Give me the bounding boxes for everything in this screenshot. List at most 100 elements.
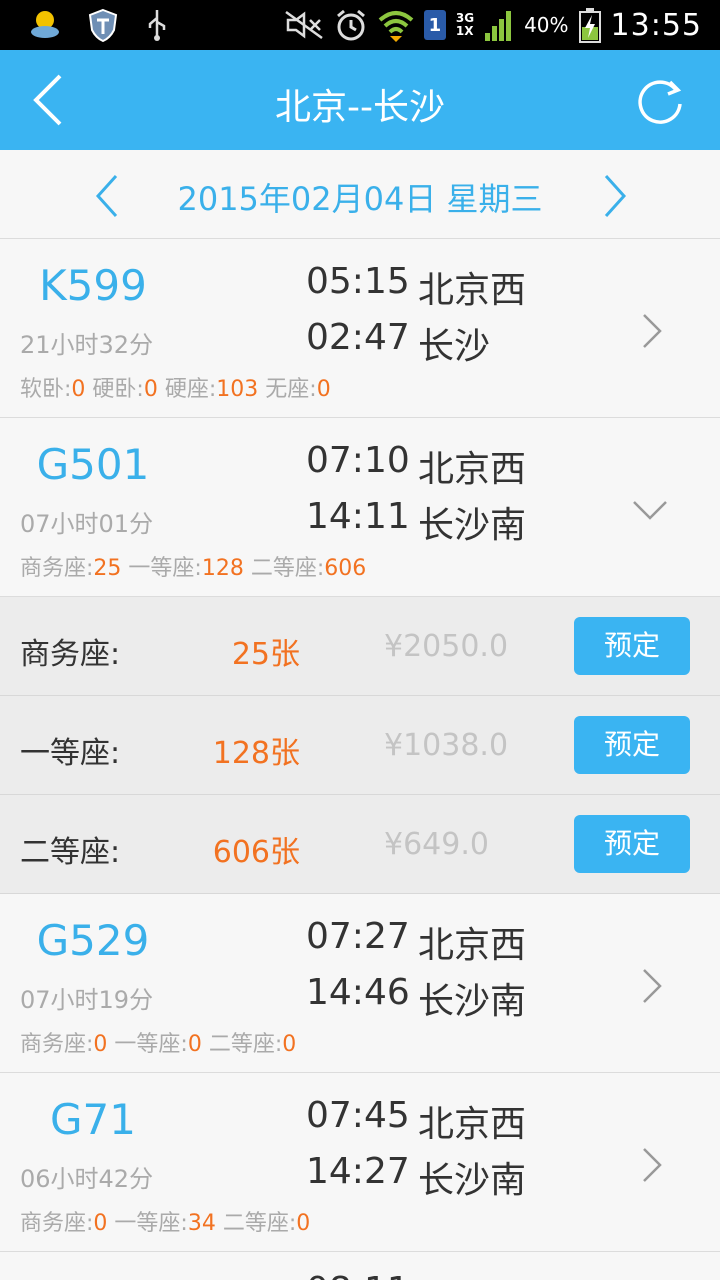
seat-availability: 商务座:0 一等座:0 二等座:0	[20, 1026, 296, 1058]
depart-time: 05:15	[306, 261, 410, 302]
train-row[interactable]: K599 21小时32分 05:15 北京西 02:47 长沙 软卧:0 硬卧:…	[0, 239, 720, 418]
seat-label: 商务座:	[20, 1211, 94, 1236]
seat-count: 0	[93, 1032, 108, 1057]
depart-time: 07:10	[306, 440, 410, 481]
seat-label: 一等座:	[114, 1211, 188, 1236]
train-duration: 07小时01分	[20, 510, 154, 538]
book-button[interactable]: 预定	[574, 716, 690, 774]
train-row[interactable]: G529 07小时19分 07:27 北京西 14:46 长沙南 商务座:0 一…	[0, 894, 720, 1073]
depart-station: 北京西	[418, 925, 527, 966]
depart-station: 北京西	[418, 1270, 526, 1280]
depart-time: 08:11	[306, 1270, 410, 1280]
seat-class-row: 商务座: 25张 ¥2050.0 预定	[0, 597, 720, 696]
arrive-time: 14:27	[306, 1151, 410, 1192]
seat-count: 0	[93, 1211, 108, 1236]
seat-count: 128	[201, 556, 244, 581]
arrive-station: 长沙南	[418, 1160, 527, 1201]
seat-availability: 商务座:0 一等座:34 二等座:0	[20, 1205, 310, 1237]
train-code: G529	[36, 916, 150, 965]
train-row-partial[interactable]: 08:11 北京西	[0, 1252, 720, 1280]
battery-charging-icon	[578, 8, 601, 43]
seat-label: 一等座:	[128, 556, 202, 581]
arrive-station: 长沙南	[418, 981, 527, 1022]
arrive-time: 14:11	[306, 496, 410, 537]
seat-count: 0	[143, 377, 158, 402]
depart-station: 北京西	[418, 449, 527, 490]
seat-label: 软卧:	[20, 377, 72, 402]
seat-label: 二等座:	[250, 556, 325, 581]
depart-station: 北京西	[418, 1104, 527, 1145]
seat-class-name: 二等座:	[20, 835, 121, 870]
network-type-bottom: 1X	[455, 24, 474, 38]
train-code: G501	[36, 440, 150, 489]
app-header: 北京--长沙	[0, 50, 720, 150]
date-navigator: 2015年02月04日 星期三	[0, 150, 720, 239]
seat-class-price: ¥2050.0	[384, 629, 509, 664]
network-type: 3G 1X	[456, 12, 474, 38]
seat-class-name: 商务座:	[20, 637, 121, 672]
page-title: 北京--长沙	[275, 87, 445, 128]
seat-count: 0	[296, 1211, 311, 1236]
status-time: 13:55	[610, 7, 702, 43]
seat-label: 硬座:	[164, 377, 217, 402]
signal-icon	[485, 11, 512, 41]
train-duration: 21小时32分	[20, 331, 154, 359]
mute-icon	[285, 10, 323, 40]
arrive-station: 长沙	[418, 326, 491, 367]
seat-label: 一等座:	[114, 1032, 188, 1057]
next-day-icon[interactable]	[602, 174, 628, 218]
wifi-icon	[378, 11, 414, 42]
train-row-expanded[interactable]: G501 07小时01分 07:10 北京西 14:11 长沙南 商务座:25 …	[0, 418, 720, 597]
seat-label: 商务座:	[20, 556, 94, 581]
shield-icon	[88, 8, 118, 42]
seat-label: 二等座:	[222, 1211, 297, 1236]
seat-count: 34	[187, 1211, 216, 1236]
seat-label: 二等座:	[208, 1032, 283, 1057]
seat-availability: 软卧:0 硬卧:0 硬座:103 无座:0	[20, 371, 331, 403]
book-button[interactable]: 预定	[574, 815, 690, 873]
chevron-down-icon	[633, 501, 667, 520]
seat-availability: 商务座:25 一等座:128 二等座:606	[20, 550, 366, 582]
chevron-right-icon	[643, 1148, 662, 1182]
seat-count: 0	[71, 377, 86, 402]
seat-count: 0	[282, 1032, 297, 1057]
arrive-station: 长沙南	[418, 505, 527, 546]
seat-label: 商务座:	[20, 1032, 94, 1057]
seat-class-name: 一等座:	[20, 736, 121, 771]
seat-class-price: ¥1038.0	[384, 728, 509, 763]
train-code: K599	[39, 261, 147, 310]
train-code: G71	[50, 1095, 136, 1144]
seat-count: 25	[93, 556, 122, 581]
train-duration: 07小时19分	[20, 986, 154, 1014]
seat-count: 103	[216, 377, 259, 402]
book-button[interactable]: 预定	[574, 617, 690, 675]
chevron-right-icon	[643, 969, 662, 1003]
depart-station: 北京西	[418, 270, 527, 311]
depart-time: 07:27	[306, 916, 410, 957]
seat-count: 0	[187, 1032, 202, 1057]
alarm-icon	[336, 9, 365, 41]
seat-class-price: ¥649.0	[384, 827, 489, 862]
battery-percent: 40%	[524, 13, 569, 37]
chevron-right-icon	[643, 314, 662, 348]
weather-icon	[31, 11, 59, 38]
sim-badge: 1	[423, 10, 446, 40]
seat-count: 0	[316, 377, 331, 402]
usb-icon	[148, 10, 166, 41]
seat-count: 606	[324, 556, 367, 581]
seat-class-row: 二等座: 606张 ¥649.0 预定	[0, 795, 720, 894]
arrive-time: 02:47	[306, 317, 410, 358]
depart-time: 07:45	[306, 1095, 410, 1136]
arrive-time: 14:46	[306, 972, 410, 1013]
status-bar: 1 3G 1X 40% 13:55	[0, 0, 720, 50]
train-row[interactable]: G71 06小时42分 07:45 北京西 14:27 长沙南 商务座:0 一等…	[0, 1073, 720, 1252]
train-duration: 06小时42分	[20, 1165, 154, 1193]
status-bar-notifications	[28, 8, 170, 42]
seat-class-count: 606张	[212, 835, 300, 870]
refresh-icon[interactable]	[636, 76, 686, 126]
status-bar-system: 1 3G 1X 40% 13:55	[284, 6, 702, 44]
seat-class-count: 25张	[231, 637, 300, 672]
seat-class-count: 128张	[212, 736, 300, 771]
seat-label: 硬卧:	[92, 377, 144, 402]
seat-label: 无座:	[265, 377, 317, 402]
